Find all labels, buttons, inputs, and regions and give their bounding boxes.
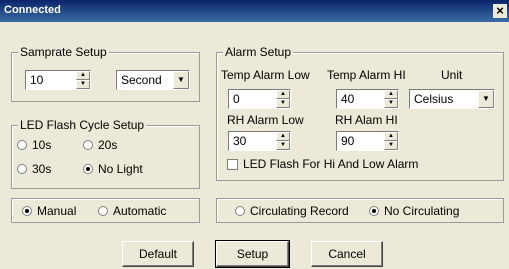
led-cycle-group-label: LED Flash Cycle Setup xyxy=(18,118,147,132)
temp-low-down-icon[interactable]: ▼ xyxy=(276,99,290,108)
temp-high-label: Temp Alarm HI xyxy=(327,68,406,82)
temp-low-up-icon[interactable]: ▲ xyxy=(276,90,290,99)
mode-option-label: Automatic xyxy=(113,204,167,218)
checkbox-unchecked-icon xyxy=(227,158,238,170)
led-cycle-radio-no-light[interactable]: No Light xyxy=(83,162,143,176)
mode-group: Manual Automatic xyxy=(11,198,200,223)
led-flash-alarm-label: LED Flash For Hi And Low Alarm xyxy=(243,157,419,171)
default-button[interactable]: Default xyxy=(122,241,194,267)
alarm-group-label: Alarm Setup xyxy=(223,45,294,59)
temp-low-label: Temp Alarm Low xyxy=(221,68,310,82)
record-option-label: No Circulating xyxy=(384,204,460,218)
led-cycle-radio-30s[interactable]: 30s xyxy=(17,162,51,176)
led-cycle-option-label: 20s xyxy=(98,138,118,152)
rh-low-input[interactable] xyxy=(231,133,276,149)
chevron-down-icon[interactable]: ▼ xyxy=(173,71,189,89)
temp-high-down-icon[interactable]: ▼ xyxy=(384,99,398,108)
temp-high-input[interactable] xyxy=(339,91,384,107)
samprate-group: Samprate Setup ▲ ▼ Second ▼ xyxy=(11,45,200,102)
cancel-button[interactable]: Cancel xyxy=(311,241,383,267)
samprate-unit-select[interactable]: Second ▼ xyxy=(116,70,190,90)
rh-low-up-icon[interactable]: ▲ xyxy=(276,132,290,141)
samprate-stepper[interactable]: ▲ ▼ xyxy=(25,70,91,90)
led-cycle-option-label: 10s xyxy=(32,138,52,152)
samprate-up-icon[interactable]: ▲ xyxy=(76,71,90,80)
samprate-down-icon[interactable]: ▼ xyxy=(76,80,90,89)
temp-low-stepper[interactable]: ▲ ▼ xyxy=(228,89,291,109)
window-title: Connected xyxy=(4,4,61,16)
record-group: Circulating Record No Circulating xyxy=(216,198,504,223)
chevron-down-icon[interactable]: ▼ xyxy=(478,90,494,108)
temp-low-input[interactable] xyxy=(231,91,276,107)
rh-low-stepper[interactable]: ▲ ▼ xyxy=(228,131,291,151)
radio-circle-icon xyxy=(17,140,27,150)
setup-button[interactable]: Setup xyxy=(215,240,290,268)
rh-high-input[interactable] xyxy=(339,133,384,149)
rh-high-down-icon[interactable]: ▼ xyxy=(384,141,398,150)
unit-label: Unit xyxy=(441,68,463,82)
led-flash-alarm-checkbox[interactable]: LED Flash For Hi And Low Alarm xyxy=(227,157,418,171)
radio-circle-icon xyxy=(235,206,245,216)
dialog-body: Samprate Setup ▲ ▼ Second ▼ LED Flash Cy… xyxy=(0,22,509,269)
title-bar: Connected × xyxy=(0,0,509,22)
led-cycle-option-label: 30s xyxy=(32,162,52,176)
led-cycle-option-label: No Light xyxy=(98,162,143,176)
temp-unit-select[interactable]: Celsius ▼ xyxy=(409,89,495,109)
mode-option-label: Manual xyxy=(37,204,77,218)
rh-high-up-icon[interactable]: ▲ xyxy=(384,132,398,141)
radio-circle-icon xyxy=(98,206,108,216)
rh-low-down-icon[interactable]: ▼ xyxy=(276,141,290,150)
led-cycle-radio-10s[interactable]: 10s xyxy=(17,138,51,152)
close-icon[interactable]: × xyxy=(493,4,507,18)
led-cycle-radio-20s[interactable]: 20s xyxy=(83,138,117,152)
led-cycle-group: LED Flash Cycle Setup 10s 20s 30s No Lig… xyxy=(11,118,200,189)
temp-high-up-icon[interactable]: ▲ xyxy=(384,90,398,99)
radio-selected-icon xyxy=(83,164,93,174)
temp-unit-value: Celsius xyxy=(414,92,454,106)
record-radio-circulating[interactable]: Circulating Record xyxy=(235,204,349,218)
radio-circle-icon xyxy=(83,140,93,150)
radio-circle-icon xyxy=(17,164,27,174)
samprate-input[interactable] xyxy=(28,72,76,88)
record-radio-no-circulating[interactable]: No Circulating xyxy=(369,204,459,218)
radio-selected-icon xyxy=(22,206,32,216)
alarm-group: Alarm Setup Temp Alarm Low Temp Alarm HI… xyxy=(216,45,504,181)
mode-radio-manual[interactable]: Manual xyxy=(22,204,76,218)
rh-low-label: RH Alarm Low xyxy=(227,113,304,127)
rh-high-stepper[interactable]: ▲ ▼ xyxy=(336,131,399,151)
record-option-label: Circulating Record xyxy=(250,204,349,218)
temp-high-stepper[interactable]: ▲ ▼ xyxy=(336,89,399,109)
rh-high-label: RH Alam HI xyxy=(335,113,398,127)
samprate-unit-value: Second xyxy=(121,73,162,87)
samprate-group-label: Samprate Setup xyxy=(18,45,109,59)
mode-radio-automatic[interactable]: Automatic xyxy=(98,204,166,218)
radio-selected-icon xyxy=(369,206,379,216)
